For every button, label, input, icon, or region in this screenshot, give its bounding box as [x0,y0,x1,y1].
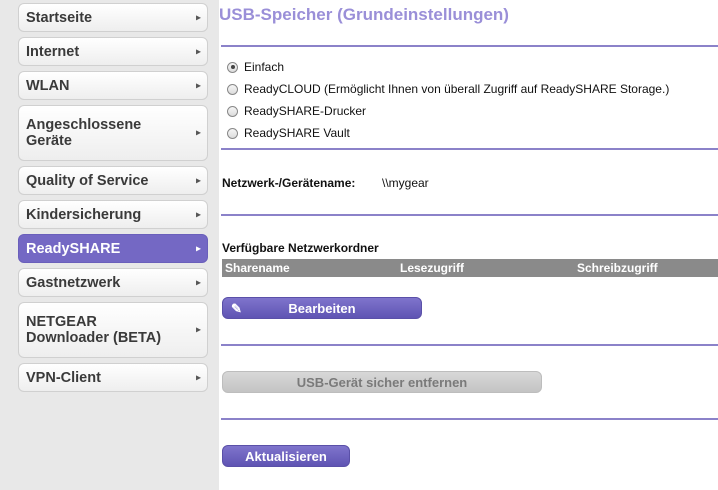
main-content: USB-Speicher (Grundeinstellungen) Einfac… [219,0,718,490]
chevron-right-icon: ▸ [195,127,201,139]
radio-label: Einfach [244,60,285,74]
sidebar-item-netgear-downloader[interactable]: NETGEAR Downloader (BETA) ▸ [18,302,208,358]
sidebar-item-label: Gastnetzwerk [26,274,121,291]
sidebar-item-internet[interactable]: Internet ▸ [18,37,208,66]
column-header-lesezugriff: Lesezugriff [400,261,465,275]
radio-option-readyshare-vault[interactable]: ReadySHARE Vault [227,124,350,142]
sidebar-item-startseite[interactable]: Startseite ▸ [18,3,208,32]
chevron-right-icon: ▸ [195,12,201,23]
sidebar-item-label: Quality of Service [26,172,149,189]
sidebar-item-label: WLAN [26,77,70,94]
chevron-right-icon: ▸ [195,277,201,288]
sidebar-item-label: ReadySHARE [26,240,121,257]
network-name-value: \\mygear [382,176,429,190]
page-title: USB-Speicher (Grundeinstellungen) [219,5,509,24]
sidebar-item-label: Angeschlossene Geräte [26,117,142,149]
safely-remove-usb-label: USB-Gerät sicher entfernen [296,374,468,390]
sidebar-item-label: Kindersicherung [26,206,142,223]
radio-option-readyshare-drucker[interactable]: ReadySHARE-Drucker [227,102,366,120]
chevron-right-icon: ▸ [195,209,201,220]
edit-button-label: Bearbeiten [288,300,356,316]
sidebar-item-label: Startseite [26,9,93,26]
column-header-schreibzugriff: Schreibzugriff [577,261,658,275]
chevron-right-icon: ▸ [195,243,201,254]
radio-button[interactable] [227,105,238,117]
radio-option-einfach[interactable]: Einfach [227,58,284,76]
sidebar-item-wlan[interactable]: WLAN ▸ [18,71,208,100]
radio-button[interactable] [227,83,238,95]
folders-table-header: Sharename Lesezugriff Schreibzugriff [222,259,718,277]
divider [221,214,718,216]
refresh-button[interactable]: Aktualisieren [222,445,350,467]
chevron-right-icon: ▸ [195,372,201,383]
sidebar-item-label: VPN-Client [26,369,101,386]
sidebar-item-angeschlossene-geraete[interactable]: Angeschlossene Geräte ▸ [18,105,208,161]
chevron-right-icon: ▸ [195,46,201,57]
network-name-label: Netzwerk-/Gerätename: [222,176,356,190]
pencil-icon: ✎ [231,301,242,316]
sidebar-item-label: NETGEAR Downloader (BETA) [26,314,162,346]
chevron-right-icon: ▸ [195,80,201,91]
chevron-right-icon: ▸ [195,324,201,336]
divider [221,418,718,420]
sidebar-item-quality-of-service[interactable]: Quality of Service ▸ [18,166,208,195]
sidebar-item-label: Internet [26,43,80,60]
radio-label: ReadySHARE Vault [244,126,350,140]
sidebar-item-readyshare[interactable]: ReadySHARE ▸ [18,234,208,263]
column-header-sharename: Sharename [225,261,290,275]
refresh-button-label: Aktualisieren [245,448,327,464]
radio-option-readycloud[interactable]: ReadyCLOUD (Ermöglicht Ihnen von überall… [227,80,669,98]
sidebar-item-vpn-client[interactable]: VPN-Client ▸ [18,363,208,392]
divider [221,344,718,346]
radio-button[interactable] [227,61,238,73]
safely-remove-usb-button[interactable]: USB-Gerät sicher entfernen [222,371,542,393]
radio-label: ReadyCLOUD (Ermöglicht Ihnen von überall… [244,82,670,96]
divider [221,148,718,150]
sidebar: Startseite ▸ Internet ▸ WLAN ▸ Angeschlo… [0,0,219,490]
divider [221,45,718,47]
edit-button[interactable]: ✎ Bearbeiten [222,297,422,319]
sidebar-item-kindersicherung[interactable]: Kindersicherung ▸ [18,200,208,229]
radio-button[interactable] [227,127,238,139]
radio-label: ReadySHARE-Drucker [244,104,367,118]
chevron-right-icon: ▸ [195,175,201,186]
folders-title: Verfügbare Netzwerkordner [222,241,379,255]
sidebar-item-gastnetzwerk[interactable]: Gastnetzwerk ▸ [18,268,208,297]
